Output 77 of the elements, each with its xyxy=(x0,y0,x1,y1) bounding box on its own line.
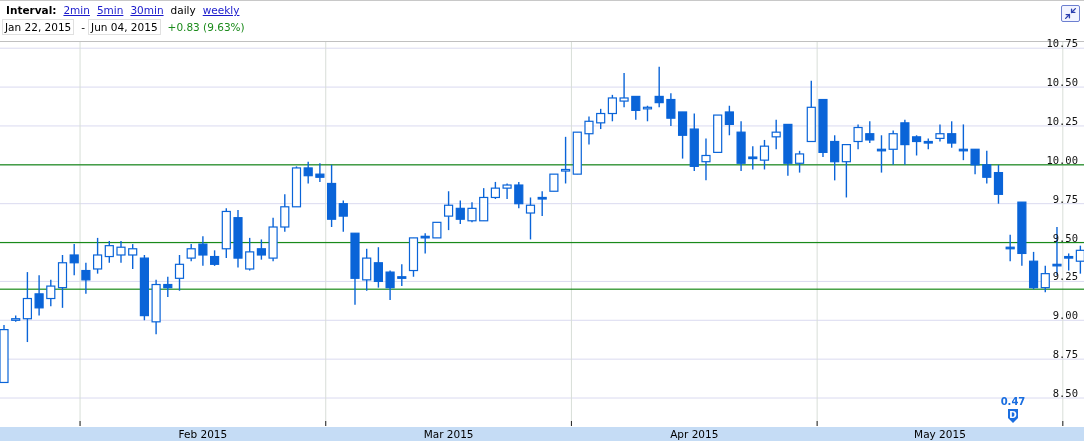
axis-label: 10.25 xyxy=(1046,114,1078,127)
candlestick xyxy=(280,193,290,233)
candlestick xyxy=(432,221,442,239)
candlestick xyxy=(724,105,734,136)
candlestick xyxy=(771,119,781,150)
candlestick xyxy=(993,164,1004,205)
candlestick xyxy=(689,112,699,172)
axis-label: 8.75 xyxy=(1052,348,1078,361)
interval-link[interactable]: 5min xyxy=(96,4,124,16)
dividend-marker[interactable]: D xyxy=(1008,409,1018,423)
candlestick xyxy=(678,111,688,160)
axis-label: 9.75 xyxy=(1052,192,1078,205)
candlestick xyxy=(935,123,945,143)
interval-link[interactable]: weekly xyxy=(202,4,240,16)
candlestick xyxy=(572,131,582,175)
month-label: May 2015 xyxy=(914,428,966,440)
candlestick xyxy=(818,98,828,158)
axis-label: 10.75 xyxy=(1046,37,1078,50)
candlestick xyxy=(748,145,758,171)
candlestick xyxy=(947,120,957,149)
candlestick xyxy=(619,72,629,108)
collapse-button[interactable] xyxy=(1061,5,1080,22)
candlestick xyxy=(549,173,559,192)
candlestick xyxy=(900,119,910,166)
candlestick xyxy=(467,201,477,224)
candlestick xyxy=(806,80,816,143)
candlestick xyxy=(198,235,208,267)
interval-link[interactable]: 30min xyxy=(130,4,164,16)
candlestick xyxy=(81,262,91,295)
candlestick xyxy=(701,137,711,182)
candlestick xyxy=(970,148,980,175)
candlestick xyxy=(853,123,863,150)
candlestick xyxy=(373,246,383,289)
interval-label: Interval: xyxy=(6,4,57,16)
month-label: Apr 2015 xyxy=(670,428,719,440)
candlestick xyxy=(561,136,571,185)
candlestick xyxy=(233,209,243,269)
candlestick xyxy=(888,129,898,166)
candlestick xyxy=(0,324,9,384)
candlestick xyxy=(759,139,770,171)
axis-label: 8.50 xyxy=(1052,387,1078,399)
axis-label: 10.50 xyxy=(1046,76,1078,89)
candlestick xyxy=(713,114,723,154)
axis-label: 10.00 xyxy=(1046,153,1078,166)
candlestick xyxy=(362,248,372,292)
month-label: Feb 2015 xyxy=(178,428,228,440)
date-separator: - xyxy=(81,21,86,33)
candlestick xyxy=(830,134,840,182)
price-change: +0.83 (9.63%) xyxy=(167,21,245,33)
candlestick xyxy=(315,162,325,183)
candlestick xyxy=(795,150,805,174)
dividend-amount: 0.47 xyxy=(1000,396,1026,407)
end-date-field[interactable]: Jun 04, 2015 xyxy=(88,19,161,35)
candlestick xyxy=(584,115,594,146)
candlestick xyxy=(1040,265,1050,293)
interval-link[interactable]: 2min xyxy=(63,4,90,16)
candlestick xyxy=(607,94,617,122)
candlestick xyxy=(151,279,161,335)
candlestick xyxy=(34,274,44,317)
candlestick xyxy=(596,108,606,130)
interval-link[interactable]: daily xyxy=(170,4,196,16)
candlestick xyxy=(958,123,968,161)
candlestick xyxy=(841,143,851,199)
candlestick xyxy=(666,92,676,127)
month-label: Mar 2015 xyxy=(423,428,474,440)
candlestick xyxy=(736,120,746,172)
candlestick xyxy=(385,269,395,301)
candlestick xyxy=(268,217,278,262)
axis-label: 9.25 xyxy=(1052,270,1078,283)
candlestick xyxy=(982,150,992,185)
candlestick xyxy=(783,123,793,177)
candlestick xyxy=(502,182,512,200)
axis-label: 9.00 xyxy=(1052,309,1078,322)
candlestick xyxy=(1005,234,1015,262)
start-date-field[interactable]: Jan 22, 2015 xyxy=(2,19,75,35)
collapse-icon xyxy=(1064,7,1077,20)
candlestick xyxy=(116,240,126,264)
